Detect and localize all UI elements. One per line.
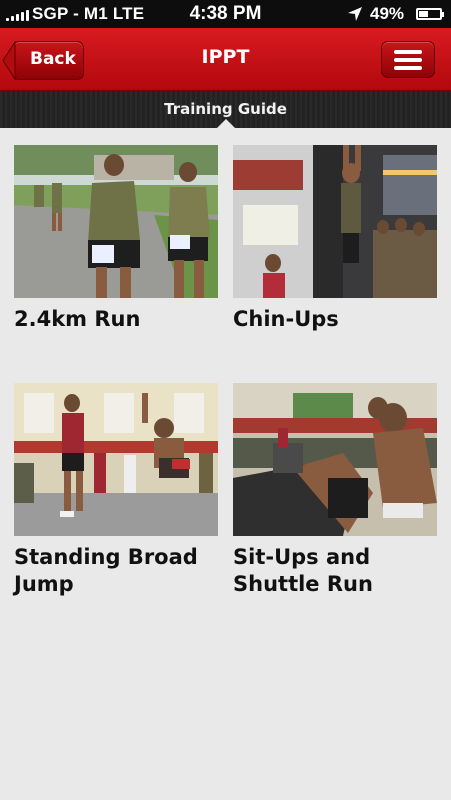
sit-ups-photo[interactable] xyxy=(233,383,437,536)
guide-label: 2.4km Run xyxy=(14,307,141,331)
broad-jump-photo[interactable] xyxy=(14,383,218,536)
section-title: Training Guide xyxy=(164,100,287,118)
battery-percentage: 49% xyxy=(370,4,405,23)
status-bar: SGP - M1 LTE 4:38 PM 49% xyxy=(0,0,451,28)
section-header: Training Guide xyxy=(0,91,451,128)
navigation-bar: Back IPPT xyxy=(0,28,451,91)
running-photo[interactable] xyxy=(14,145,218,298)
guide-label: Chin-Ups xyxy=(233,307,339,331)
location-arrow-icon xyxy=(348,7,362,21)
battery-tip xyxy=(442,12,444,17)
hamburger-icon xyxy=(394,50,422,54)
hamburger-icon-line xyxy=(394,66,422,70)
guide-label: Sit-Ups and Shuttle Run xyxy=(233,545,373,596)
battery-icon xyxy=(416,8,442,20)
section-pointer xyxy=(217,119,235,128)
chin-ups-photo[interactable] xyxy=(233,145,437,298)
hamburger-icon-line xyxy=(394,58,422,62)
menu-button[interactable] xyxy=(381,41,435,78)
guide-label: Standing Broad Jump xyxy=(14,545,198,596)
